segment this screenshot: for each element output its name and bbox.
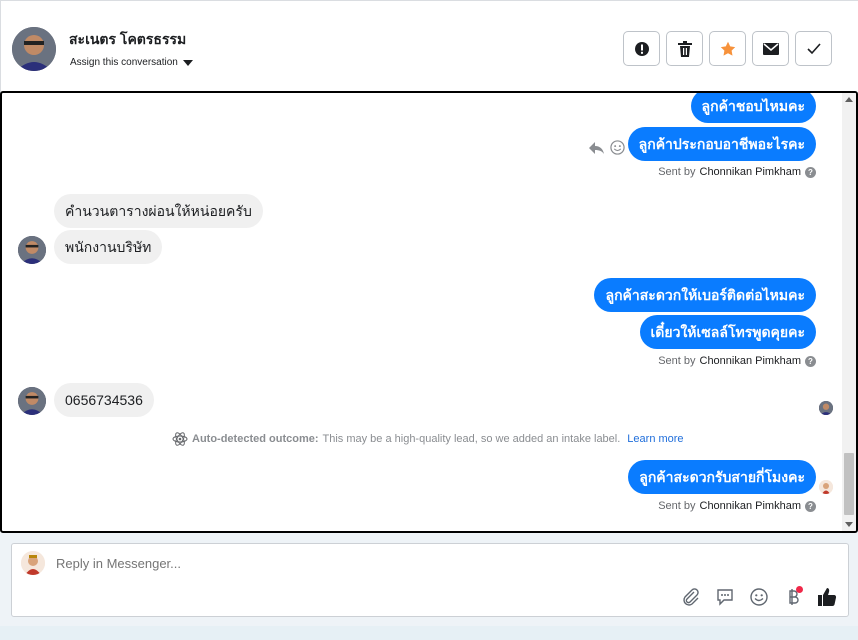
composer-tools	[680, 586, 838, 608]
message-hover-tools	[588, 140, 625, 155]
reply-icon[interactable]	[588, 141, 604, 155]
like-button[interactable]	[816, 586, 838, 608]
contact-avatar[interactable]	[12, 27, 56, 71]
check-icon	[806, 42, 821, 54]
message-outgoing[interactable]: ลูกค้าสะดวกให้เบอร์ติดต่อไหมคะ	[594, 278, 816, 312]
star-button[interactable]	[709, 31, 746, 66]
message-outgoing[interactable]: ลูกค้าสะดวกรับสายกี่โมงคะ	[628, 460, 816, 494]
payment-button[interactable]	[782, 586, 804, 608]
sent-by-prefix: Sent by	[658, 166, 696, 178]
assign-conversation-dropdown[interactable]: Assign this conversation	[70, 57, 193, 68]
contact-name[interactable]: สะเนตร โคตรธรรม	[69, 29, 186, 51]
help-icon[interactable]: ?	[805, 500, 816, 512]
learn-more-link[interactable]: Learn more	[627, 433, 683, 445]
contact-avatar-small	[18, 236, 46, 264]
emoji-button[interactable]	[748, 586, 770, 608]
emoji-icon	[750, 588, 768, 606]
scroll-up-arrow-icon[interactable]	[845, 97, 853, 102]
outcome-label: Auto-detected outcome:	[192, 433, 319, 445]
sent-by-label: Sent by Chonnikan Pimkham ?	[658, 166, 816, 178]
message-outgoing[interactable]: เดี๋ยวให้เซลล์โทรพูดคุยคะ	[639, 315, 816, 349]
assign-label: Assign this conversation	[70, 57, 178, 68]
scroll-thumb[interactable]	[844, 453, 854, 515]
sent-by-name: Chonnikan Pimkham	[699, 355, 802, 367]
message-thread[interactable]: ลูกค้าชอบไหมคะ ลูกค้าประกอบอาชีพอะไรคะ S…	[0, 91, 858, 533]
message-icon	[717, 589, 733, 606]
page-footer-strip	[0, 626, 858, 640]
sent-by-name: Chonnikan Pimkham	[699, 500, 802, 512]
reply-input[interactable]	[56, 556, 656, 571]
react-emoji-icon[interactable]	[610, 140, 625, 155]
notification-dot	[796, 586, 803, 593]
help-icon[interactable]: ?	[805, 166, 816, 178]
atom-icon	[172, 432, 188, 446]
message-incoming[interactable]: 0656734536	[54, 383, 154, 417]
mail-icon	[762, 42, 779, 55]
reply-composer	[11, 543, 849, 617]
sent-by-name: Chonnikan Pimkham	[699, 166, 802, 178]
mark-unread-button[interactable]	[752, 31, 789, 66]
message-outgoing[interactable]: ลูกค้าประกอบอาชีพอะไรคะ	[627, 127, 816, 161]
outcome-text: This may be a high-quality lead, so we a…	[322, 433, 621, 445]
header-actions	[623, 31, 832, 66]
spam-button[interactable]	[623, 31, 660, 66]
alert-icon	[634, 41, 649, 56]
sent-by-label: Sent by Chonnikan Pimkham ?	[658, 355, 816, 367]
saved-replies-button[interactable]	[714, 586, 736, 608]
attach-button[interactable]	[680, 586, 702, 608]
contact-avatar-small	[18, 387, 46, 415]
sent-by-prefix: Sent by	[658, 355, 696, 367]
auto-detected-outcome: Auto-detected outcome: This may be a hig…	[172, 432, 684, 446]
message-outgoing[interactable]: ลูกค้าชอบไหมคะ	[690, 93, 816, 123]
sent-by-prefix: Sent by	[658, 500, 696, 512]
trash-icon	[677, 40, 692, 57]
seen-receipt-avatar	[819, 480, 833, 494]
sent-by-label: Sent by Chonnikan Pimkham ?	[658, 500, 816, 512]
scroll-down-arrow-icon[interactable]	[845, 522, 853, 527]
delete-button[interactable]	[666, 31, 703, 66]
message-incoming[interactable]: คำนวนตารางผ่อนให้หน่อยครับ	[54, 194, 263, 228]
mark-done-button[interactable]	[795, 31, 832, 66]
agent-avatar	[21, 551, 45, 575]
caret-down-icon	[182, 59, 193, 66]
paperclip-icon	[683, 588, 699, 606]
message-incoming[interactable]: พนักงานบริษัท	[54, 230, 163, 264]
help-icon[interactable]: ?	[805, 355, 816, 367]
thumbs-up-icon	[818, 588, 837, 606]
seen-receipt-avatar	[819, 401, 833, 415]
conversation-header: สะเนตร โคตรธรรม Assign this conversation	[0, 0, 858, 92]
scrollbar[interactable]	[842, 93, 856, 531]
star-icon	[720, 41, 735, 56]
